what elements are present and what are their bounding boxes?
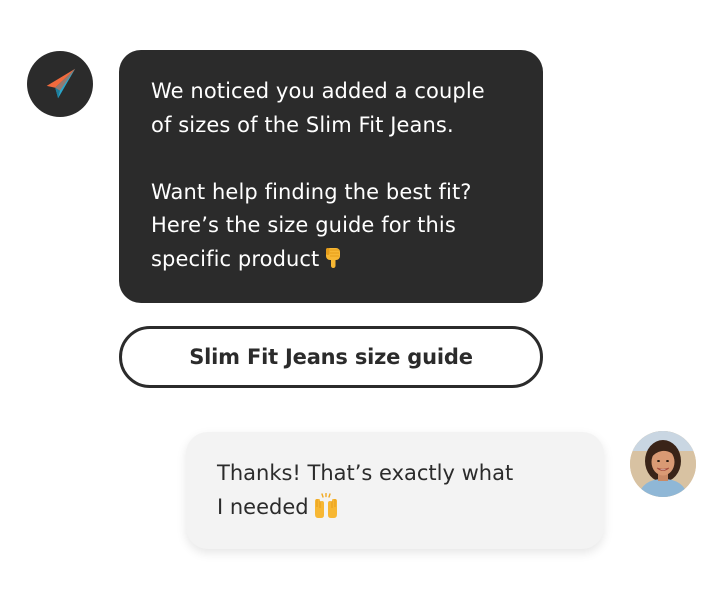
bot-message-line: specific product bbox=[151, 246, 320, 271]
user-message-line: Thanks! That’s exactly what bbox=[217, 461, 514, 485]
user-avatar bbox=[630, 431, 696, 497]
person-photo-icon bbox=[630, 431, 696, 497]
bot-message-line: Want help finding the best fit? bbox=[151, 179, 472, 204]
bot-message-line: Here’s the size guide for this bbox=[151, 213, 456, 237]
raised-hands-icon bbox=[313, 492, 339, 529]
bot-avatar bbox=[27, 51, 93, 117]
user-message-line: I needed bbox=[217, 495, 309, 519]
bot-message-bubble: We noticed you added a couple of sizes o… bbox=[119, 50, 543, 303]
bot-message-last-line: specific product bbox=[151, 243, 521, 281]
size-guide-button[interactable]: Slim Fit Jeans size guide bbox=[119, 326, 543, 388]
bot-message-line: of sizes of the Slim Fit Jeans. bbox=[151, 112, 454, 137]
chat-conversation: We noticed you added a couple of sizes o… bbox=[0, 0, 719, 607]
paper-plane-icon bbox=[46, 68, 76, 99]
user-message-bubble: Thanks! That’s exactly what I needed bbox=[186, 432, 604, 549]
bot-message-line: We noticed you added a couple bbox=[151, 79, 485, 103]
point-down-icon bbox=[323, 246, 343, 281]
user-message-last-line: I needed bbox=[217, 490, 584, 529]
